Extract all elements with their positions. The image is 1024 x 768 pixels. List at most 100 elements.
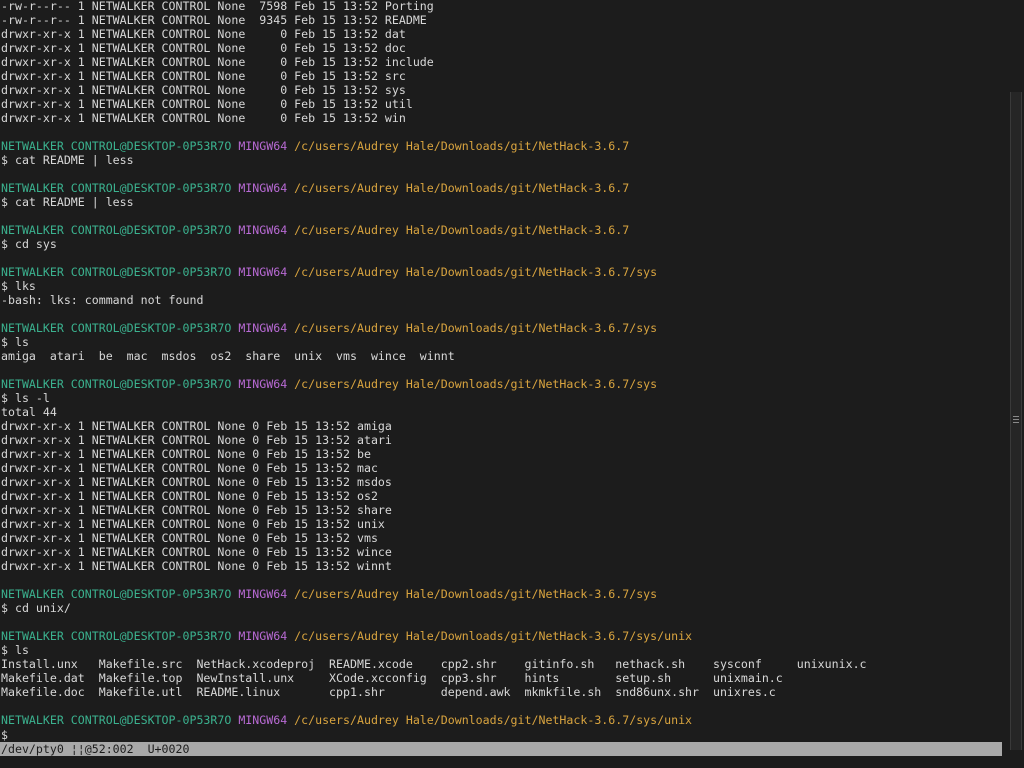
prompt-user-host: NETWALKER CONTROL@DESKTOP-0P53R7O xyxy=(1,265,239,279)
command-prompt[interactable]: $ xyxy=(1,728,8,742)
line-text: drwxr-xr-x 1 NETWALKER CONTROL None 0 Fe… xyxy=(1,69,406,83)
terminal-line: Makefile.dat Makefile.top NewInstall.unx… xyxy=(1,671,867,685)
terminal-line: drwxr-xr-x 1 NETWALKER CONTROL None 0 Fe… xyxy=(1,461,867,475)
line-text: Makefile.dat Makefile.top NewInstall.unx… xyxy=(1,671,783,685)
line-text: -bash: lks: command not found xyxy=(1,293,204,307)
terminal-line: drwxr-xr-x 1 NETWALKER CONTROL None 0 Fe… xyxy=(1,83,867,97)
line-text: drwxr-xr-x 1 NETWALKER CONTROL None 0 Fe… xyxy=(1,419,392,433)
prompt-msystem: MINGW64 xyxy=(238,265,295,279)
terminal-line: amiga atari be mac msdos os2 share unix … xyxy=(1,349,867,363)
prompt-path: /c/users/Audrey Hale/Downloads/git/NetHa… xyxy=(294,223,630,237)
line-text: Makefile.doc Makefile.utl README.linux c… xyxy=(1,685,776,699)
terminal-line: NETWALKER CONTROL@DESKTOP-0P53R7O MINGW6… xyxy=(1,377,867,391)
prompt-user-host: NETWALKER CONTROL@DESKTOP-0P53R7O xyxy=(1,629,239,643)
line-text: drwxr-xr-x 1 NETWALKER CONTROL None 0 Fe… xyxy=(1,559,392,573)
terminal-line: drwxr-xr-x 1 NETWALKER CONTROL None 0 Fe… xyxy=(1,55,867,69)
terminal-line: -bash: lks: command not found xyxy=(1,293,867,307)
terminal-line: NETWALKER CONTROL@DESKTOP-0P53R7O MINGW6… xyxy=(1,629,867,643)
prompt-msystem: MINGW64 xyxy=(238,139,295,153)
terminal-line: drwxr-xr-x 1 NETWALKER CONTROL None 0 Fe… xyxy=(1,69,867,83)
line-text: $ ls xyxy=(1,335,29,349)
line-text: drwxr-xr-x 1 NETWALKER CONTROL None 0 Fe… xyxy=(1,447,371,461)
prompt-msystem: MINGW64 xyxy=(238,223,295,237)
line-text: $ ls -l xyxy=(1,391,50,405)
line-text: drwxr-xr-x 1 NETWALKER CONTROL None 0 Fe… xyxy=(1,503,392,517)
terminal-line: drwxr-xr-x 1 NETWALKER CONTROL None 0 Fe… xyxy=(1,475,867,489)
terminal-line: drwxr-xr-x 1 NETWALKER CONTROL None 0 Fe… xyxy=(1,41,867,55)
scrollbar-grip-icon xyxy=(1013,416,1019,424)
line-text: drwxr-xr-x 1 NETWALKER CONTROL None 0 Fe… xyxy=(1,83,406,97)
line-text: $ cd sys xyxy=(1,237,57,251)
terminal-line: drwxr-xr-x 1 NETWALKER CONTROL None 0 Fe… xyxy=(1,27,867,41)
prompt-user-host: NETWALKER CONTROL@DESKTOP-0P53R7O xyxy=(1,181,239,195)
line-text: drwxr-xr-x 1 NETWALKER CONTROL None 0 Fe… xyxy=(1,55,434,69)
terminal-line: drwxr-xr-x 1 NETWALKER CONTROL None 0 Fe… xyxy=(1,503,867,517)
terminal-line: drwxr-xr-x 1 NETWALKER CONTROL None 0 Fe… xyxy=(1,97,867,111)
terminal-line: NETWALKER CONTROL@DESKTOP-0P53R7O MINGW6… xyxy=(1,321,867,335)
line-text: -rw-r--r-- 1 NETWALKER CONTROL None 9345… xyxy=(1,13,427,27)
terminal-line: $ ls xyxy=(1,643,867,657)
terminal-line: Makefile.doc Makefile.utl README.linux c… xyxy=(1,685,867,699)
terminal-line: drwxr-xr-x 1 NETWALKER CONTROL None 0 Fe… xyxy=(1,419,867,433)
prompt-path: /c/users/Audrey Hale/Downloads/git/NetHa… xyxy=(294,321,658,335)
line-text: $ cd unix/ xyxy=(1,601,71,615)
line-text: drwxr-xr-x 1 NETWALKER CONTROL None 0 Fe… xyxy=(1,433,392,447)
terminal-line: $ cd unix/ xyxy=(1,601,867,615)
line-text: $ cat README | less xyxy=(1,153,134,167)
terminal-line: drwxr-xr-x 1 NETWALKER CONTROL None 0 Fe… xyxy=(1,489,867,503)
terminal-line: -rw-r--r-- 1 NETWALKER CONTROL None 7598… xyxy=(1,0,867,13)
prompt-path: /c/users/Audrey Hale/Downloads/git/NetHa… xyxy=(294,587,658,601)
prompt-path: /c/users/Audrey Hale/Downloads/git/NetHa… xyxy=(294,629,693,643)
terminal-line: Install.unx Makefile.src NetHack.xcodepr… xyxy=(1,657,867,671)
prompt-path: /c/users/Audrey Hale/Downloads/git/NetHa… xyxy=(294,265,658,279)
terminal-line: NETWALKER CONTROL@DESKTOP-0P53R7O MINGW6… xyxy=(1,223,867,237)
terminal-line: drwxr-xr-x 1 NETWALKER CONTROL None 0 Fe… xyxy=(1,531,867,545)
prompt-msystem: MINGW64 xyxy=(238,713,295,727)
terminal-line: NETWALKER CONTROL@DESKTOP-0P53R7O MINGW6… xyxy=(1,139,867,153)
prompt-msystem: MINGW64 xyxy=(238,377,295,391)
status-bar: /dev/pty0 ¦¦@52:002 U+0020 xyxy=(0,742,1002,756)
terminal-line: drwxr-xr-x 1 NETWALKER CONTROL None 0 Fe… xyxy=(1,111,867,125)
terminal-line: $ ls -l xyxy=(1,391,867,405)
line-text: drwxr-xr-x 1 NETWALKER CONTROL None 0 Fe… xyxy=(1,489,378,503)
line-text: drwxr-xr-x 1 NETWALKER CONTROL None 0 Fe… xyxy=(1,97,413,111)
line-text: Install.unx Makefile.src NetHack.xcodepr… xyxy=(1,657,867,671)
terminal-line: $ cat README | less xyxy=(1,195,867,209)
line-text: $ lks xyxy=(1,279,36,293)
terminal-line: NETWALKER CONTROL@DESKTOP-0P53R7O MINGW6… xyxy=(1,265,867,279)
line-text: total 44 xyxy=(1,405,57,419)
prompt-msystem: MINGW64 xyxy=(238,321,295,335)
line-text: drwxr-xr-x 1 NETWALKER CONTROL None 0 Fe… xyxy=(1,111,406,125)
line-text: $ ls xyxy=(1,643,29,657)
terminal-line: $ cat README | less xyxy=(1,153,867,167)
prompt-msystem: MINGW64 xyxy=(238,587,295,601)
terminal-line: drwxr-xr-x 1 NETWALKER CONTROL None 0 Fe… xyxy=(1,517,867,531)
terminal-line: $ cd sys xyxy=(1,237,867,251)
terminal-line: drwxr-xr-x 1 NETWALKER CONTROL None 0 Fe… xyxy=(1,545,867,559)
terminal-line: $ ls xyxy=(1,335,867,349)
terminal-window[interactable]: -rw-r--r-- 1 NETWALKER CONTROL None 7598… xyxy=(0,0,1004,768)
line-text: drwxr-xr-x 1 NETWALKER CONTROL None 0 Fe… xyxy=(1,517,385,531)
prompt-user-host: NETWALKER CONTROL@DESKTOP-0P53R7O xyxy=(1,377,239,391)
prompt-msystem: MINGW64 xyxy=(238,181,295,195)
line-text: amiga atari be mac msdos os2 share unix … xyxy=(1,349,455,363)
line-text: $ cat README | less xyxy=(1,195,134,209)
prompt-user-host: NETWALKER CONTROL@DESKTOP-0P53R7O xyxy=(1,139,239,153)
prompt-user-host: NETWALKER CONTROL@DESKTOP-0P53R7O xyxy=(1,321,239,335)
terminal-line: drwxr-xr-x 1 NETWALKER CONTROL None 0 Fe… xyxy=(1,559,867,573)
status-bar-text: /dev/pty0 ¦¦@52:002 U+0020 xyxy=(1,742,190,756)
terminal-line: NETWALKER CONTROL@DESKTOP-0P53R7O MINGW6… xyxy=(1,181,867,195)
terminal-line: NETWALKER CONTROL@DESKTOP-0P53R7O MINGW6… xyxy=(1,587,867,601)
prompt-path: /c/users/Audrey Hale/Downloads/git/NetHa… xyxy=(294,377,658,391)
line-text: drwxr-xr-x 1 NETWALKER CONTROL None 0 Fe… xyxy=(1,461,378,475)
terminal-line: total 44 xyxy=(1,405,867,419)
